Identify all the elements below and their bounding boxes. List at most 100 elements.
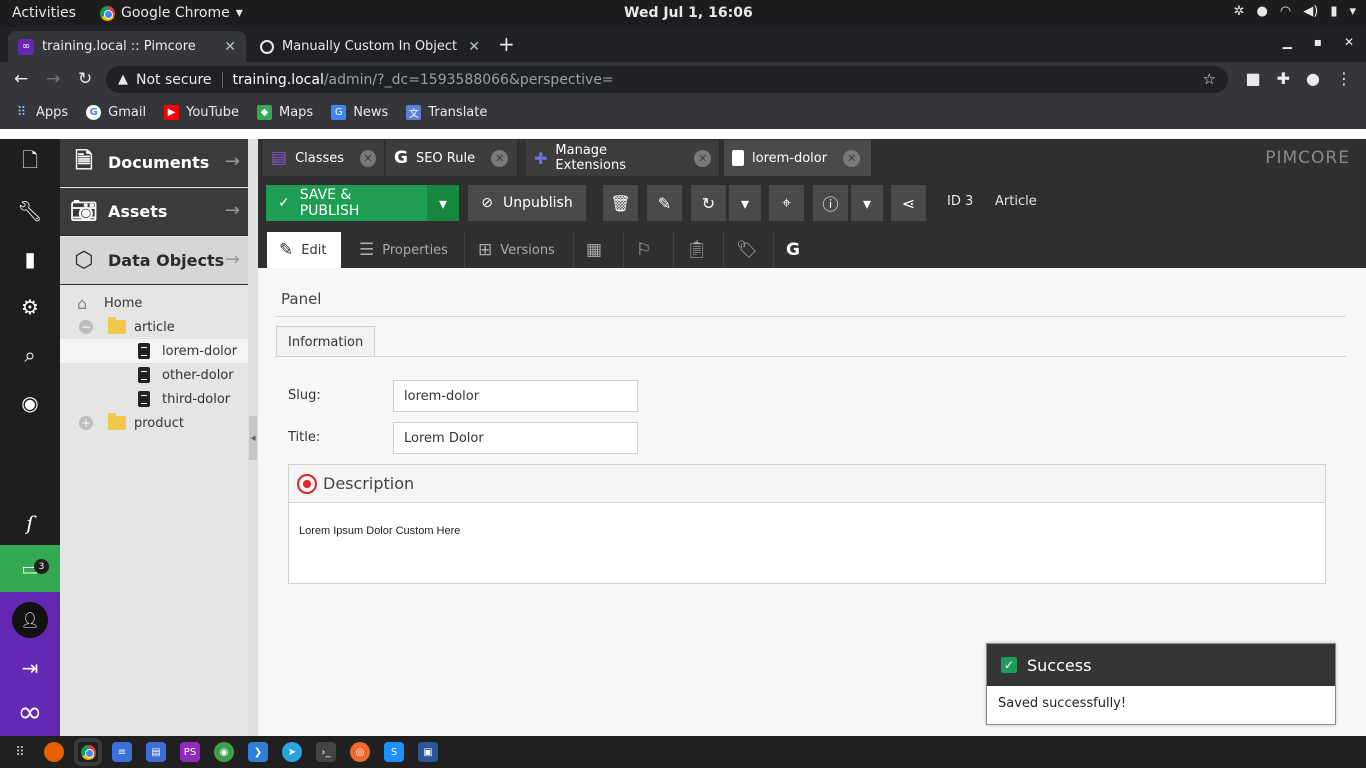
share-button[interactable]: ⋖ [891, 185, 926, 221]
system-tray[interactable]: ✲ ● ◠ ◀) ▮ ▾ [1234, 4, 1356, 19]
tab-notes[interactable]: 📋︎ [674, 232, 724, 268]
reload-options-button[interactable]: ▾ [729, 185, 761, 221]
app-menu[interactable]: Google Chrome ▾ [100, 5, 243, 21]
menu-icon[interactable]: ⋮ [1336, 69, 1352, 88]
description-editor[interactable]: Lorem Ipsum Dolor Custom Here [289, 503, 1325, 559]
reload-button[interactable]: ↻ [691, 185, 726, 221]
tab-seo[interactable]: G [774, 232, 824, 268]
text-editor-icon[interactable]: ≡ [112, 742, 132, 762]
close-icon[interactable]: ✕ [468, 39, 480, 55]
marketing-chart-icon[interactable]: ▮ [0, 235, 60, 283]
minimize-icon[interactable]: ▁ [1283, 35, 1292, 49]
data-objects-section-header[interactable]: ⬡ Data Objects → [60, 237, 248, 285]
save-options-button[interactable]: ▾ [427, 185, 459, 221]
info-options-button[interactable]: ▾ [851, 185, 883, 221]
extension-icon[interactable]: ■ [1246, 69, 1261, 88]
close-icon[interactable]: ✕ [360, 149, 376, 167]
new-tab-button[interactable]: + [498, 32, 515, 56]
tab-manage-extensions[interactable]: ✚ Manage Extensions ✕ [526, 140, 720, 176]
panel-splitter[interactable]: ◀ [248, 139, 258, 736]
clock[interactable]: Wed Jul 1, 16:06 [624, 5, 753, 21]
tree-item-label: third-dolor [162, 391, 231, 407]
title-input[interactable]: Lorem Dolor [393, 422, 638, 454]
logout-icon[interactable]: ⇥ [0, 644, 60, 692]
tab-properties[interactable]: ☰ Properties [347, 232, 465, 268]
tab-information[interactable]: Information [276, 326, 376, 357]
forward-icon[interactable]: → [46, 69, 60, 89]
tree-item-product[interactable]: + product [60, 411, 248, 435]
back-icon[interactable]: ← [14, 69, 28, 89]
skype-icon[interactable]: S [384, 742, 404, 762]
delete-button[interactable]: 🗑︎ [603, 185, 638, 221]
connection-icon: ✲ [1233, 4, 1245, 19]
close-icon[interactable]: ✕ [491, 149, 509, 167]
telegram-icon[interactable]: ➤ [282, 742, 302, 762]
android-studio-icon[interactable]: ◉ [214, 742, 234, 762]
camera-icon: 📷︎ [70, 199, 98, 224]
documents-section-header[interactable]: 🗎 Documents → [60, 139, 248, 187]
github-icon[interactable]: ◉ [0, 379, 60, 427]
chevron-down-icon: ▾ [1349, 4, 1356, 19]
collapse-icon[interactable]: − [79, 320, 93, 334]
expand-icon[interactable]: + [79, 416, 93, 430]
symfony-icon[interactable]: ſ [0, 499, 60, 547]
bookmark-maps[interactable]: ◆ Maps [256, 105, 313, 120]
reload-icon[interactable]: ↻ [78, 69, 92, 89]
tree-item-lorem-dolor[interactable]: lorem-dolor [60, 339, 248, 363]
slug-input[interactable]: lorem-dolor [393, 380, 638, 412]
tree-item-third-dolor[interactable]: third-dolor [60, 387, 248, 411]
search-icon[interactable]: ⌕ [0, 331, 60, 379]
document-app-icon[interactable]: ▤ [146, 742, 166, 762]
maximize-icon[interactable]: ▪ [1314, 35, 1322, 49]
activities-button[interactable]: Activities [12, 5, 76, 21]
collapse-handle[interactable]: ◀ [249, 416, 257, 460]
bookmark-gmail[interactable]: G Gmail [86, 105, 146, 120]
bookmark-apps[interactable]: ⠿ Apps [14, 105, 68, 120]
settings-gear-icon[interactable]: ⚙ [0, 283, 60, 331]
account-icon[interactable]: ● [1306, 69, 1320, 88]
save-publish-button[interactable]: ✓ SAVE & PUBLISH [266, 185, 427, 221]
tab-schedule[interactable]: ▦ [574, 232, 624, 268]
vscode-icon[interactable]: ❯ [248, 742, 268, 762]
bookmark-news[interactable]: G News [331, 105, 388, 120]
wrench-icon[interactable]: 🔧︎ [0, 187, 60, 235]
tree-item-home[interactable]: ⌂ Home [60, 291, 248, 315]
rename-button[interactable]: ✎ [647, 185, 682, 221]
tab-tags[interactable]: 🏷︎ [724, 232, 774, 268]
tab-classes[interactable]: ▤ Classes ✕ [263, 140, 385, 176]
tab-lorem-dolor[interactable]: lorem-dolor ✕ [724, 140, 872, 176]
address-bar[interactable]: ▲ Not secure training.local /admin/?_dc=… [106, 66, 1228, 93]
show-apps-icon[interactable]: ⠿ [10, 742, 30, 762]
close-window-icon[interactable]: ✕ [1344, 35, 1354, 49]
unpublish-button[interactable]: ⊘ Unpublish [468, 185, 586, 221]
tab-dependencies[interactable]: ⚐ [624, 232, 674, 268]
info-button[interactable]: ⓘ [813, 185, 848, 221]
assets-section-header[interactable]: 📷︎ Assets → [60, 188, 248, 236]
firefox-icon[interactable] [44, 742, 64, 762]
close-icon[interactable]: ✕ [694, 149, 711, 167]
terminal-icon[interactable]: ›_ [316, 742, 336, 762]
puzzle-icon[interactable]: ✚ [1277, 69, 1290, 88]
locate-in-tree-button[interactable]: ⌖ [769, 185, 804, 221]
tab-versions[interactable]: ⊞ Versions [466, 232, 574, 268]
translate-icon: 文 [406, 105, 422, 120]
tree-item-article[interactable]: − article [60, 315, 248, 339]
chrome-app-icon[interactable] [78, 742, 98, 762]
remote-desktop-icon[interactable]: ▣ [418, 742, 438, 762]
bookmark-translate[interactable]: 文 Translate [406, 105, 487, 120]
file-icon[interactable]: 🗋 [0, 139, 60, 187]
tab-seo-rule[interactable]: G SEO Rule ✕ [386, 140, 518, 176]
postman-icon[interactable]: ◎ [350, 742, 370, 762]
browser-tab-pimcore[interactable]: ∞ training.local :: Pimcore ✕ [8, 31, 246, 62]
notifications-button[interactable]: ▭ 3 [0, 545, 60, 593]
bookmark-youtube[interactable]: ▶ YouTube [164, 105, 239, 120]
phpstorm-icon[interactable]: PS [180, 742, 200, 762]
tree-item-other-dolor[interactable]: other-dolor [60, 363, 248, 387]
tab-edit[interactable]: ✎ Edit [267, 232, 341, 268]
bookmark-star-icon[interactable]: ☆ [1203, 70, 1216, 88]
user-avatar-icon[interactable]: 👤︎ [0, 596, 60, 644]
pimcore-logo-icon[interactable]: ∞ [0, 688, 60, 736]
browser-tab-manual[interactable]: Manually Custom In Object ✕ [250, 31, 490, 62]
close-icon[interactable]: ✕ [224, 39, 236, 55]
close-icon[interactable]: ✕ [843, 149, 861, 167]
